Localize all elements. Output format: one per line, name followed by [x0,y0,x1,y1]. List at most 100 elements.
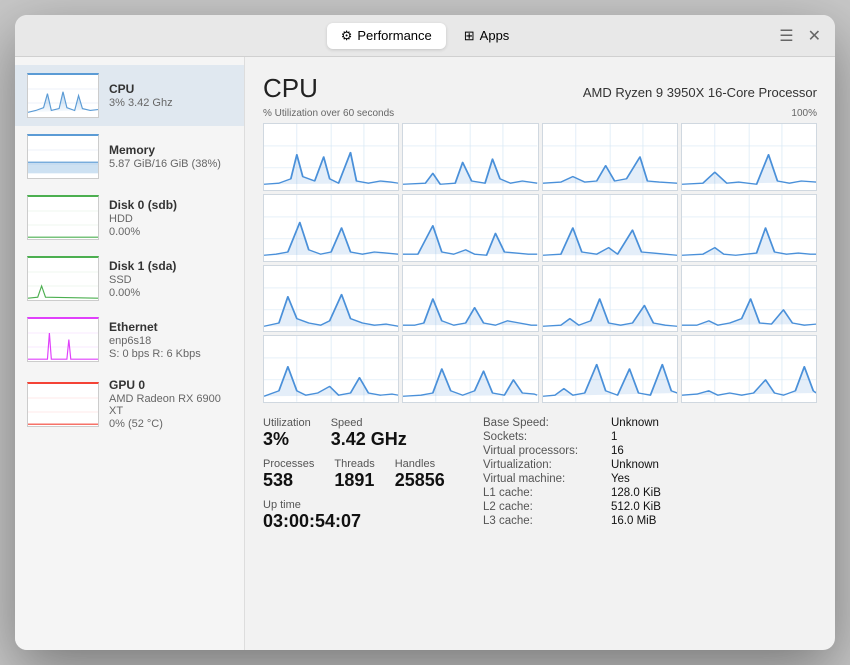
utilization-stat: Utilization 3% [263,417,311,450]
sidebar-item-cpu[interactable]: CPU 3% 3.42 Ghz [15,65,244,126]
l3-cache-val: 16.0 MiB [611,515,731,527]
l1-cache-key: L1 cache: [483,487,603,499]
cpu-header: CPU AMD Ryzen 9 3950X 16-Core Processor [263,73,817,104]
uptime-value: 03:00:54:07 [263,511,463,532]
menu-button[interactable]: ☰ [779,26,793,46]
handles-value: 25856 [395,470,445,491]
sidebar-thumb-cpu [27,73,99,118]
uptime-section: Up time 03:00:54:07 [263,499,463,532]
utilization-value: 3% [263,429,311,450]
cpu-cell-10 [542,265,678,333]
virtual-machine-key: Virtual machine: [483,473,603,485]
tab-apps[interactable]: ⊞ Apps [450,23,524,49]
cpu-cell-4 [263,194,399,262]
sidebar-item-memory[interactable]: Memory 5.87 GiB/16 GiB (38%) [15,126,244,187]
sidebar-disk1-name: Disk 1 (sda) [109,259,232,273]
cpu-cell-15 [681,335,817,403]
l1-cache-val: 128.0 KiB [611,487,731,499]
cpu-cell-9 [402,265,538,333]
processes-label: Processes [263,458,314,470]
sidebar-gpu-name: GPU 0 [109,378,232,392]
sidebar-disk0-detail1: HDD [109,213,232,225]
chart-label-row: % Utilization over 60 seconds 100% [263,108,817,119]
sockets-val: 1 [611,431,731,443]
cpu-model: AMD Ryzen 9 3950X 16-Core Processor [583,85,817,100]
sidebar-thumb-gpu [27,382,99,427]
cpu-chart-grid [263,123,817,403]
sidebar-disk0-info: Disk 0 (sdb) HDD 0.00% [109,198,232,238]
tab-performance[interactable]: ⚙ Performance [327,23,446,49]
apps-icon: ⊞ [464,28,475,44]
threads-label: Threads [334,458,374,470]
cpu-cell-1 [402,123,538,191]
sidebar-item-gpu[interactable]: GPU 0 AMD Radeon RX 6900 XT 0% (52 °C) [15,370,244,438]
stats-right: Base Speed: Unknown Sockets: 1 Virtual p… [483,417,731,532]
base-speed-val: Unknown [611,417,731,429]
sidebar-disk1-info: Disk 1 (sda) SSD 0.00% [109,259,232,299]
tab-bar: ⚙ Performance ⊞ Apps [327,23,524,49]
speed-label: Speed [331,417,407,429]
cpu-content: CPU AMD Ryzen 9 3950X 16-Core Processor … [245,57,835,650]
virtual-processors-val: 16 [611,445,731,457]
sidebar-cpu-detail: 3% 3.42 Ghz [109,97,232,109]
sidebar-memory-info: Memory 5.87 GiB/16 GiB (38%) [109,143,232,170]
speed-stat: Speed 3.42 GHz [331,417,407,450]
threads-stat: Threads 1891 [334,458,374,491]
cpu-cell-12 [263,335,399,403]
sidebar-item-disk0[interactable]: Disk 0 (sdb) HDD 0.00% [15,187,244,248]
sidebar-thumb-memory [27,134,99,179]
tab-performance-label: Performance [357,28,431,43]
cpu-cell-2 [542,123,678,191]
sidebar-disk1-detail1: SSD [109,274,232,286]
sidebar-ethernet-info: Ethernet enp6s18 S: 0 bps R: 6 Kbps [109,320,232,360]
sockets-key: Sockets: [483,431,603,443]
cpu-cell-3 [681,123,817,191]
base-speed-key: Base Speed: [483,417,603,429]
main-window: ⚙ Performance ⊞ Apps ☰ ✕ [15,15,835,650]
cpu-cell-6 [542,194,678,262]
l2-cache-val: 512.0 KiB [611,501,731,513]
cpu-cell-14 [542,335,678,403]
cpu-cell-5 [402,194,538,262]
sidebar: CPU 3% 3.42 Ghz Memory 5.8 [15,57,245,650]
handles-label: Handles [395,458,445,470]
l3-cache-key: L3 cache: [483,515,603,527]
speed-value: 3.42 GHz [331,429,407,450]
processes-value: 538 [263,470,314,491]
performance-icon: ⚙ [341,28,353,44]
sidebar-disk0-name: Disk 0 (sdb) [109,198,232,212]
stats-section: Utilization 3% Speed 3.42 GHz Processes … [263,417,817,532]
processes-stat: Processes 538 [263,458,314,491]
sidebar-cpu-info: CPU 3% 3.42 Ghz [109,82,232,109]
sidebar-item-ethernet[interactable]: Ethernet enp6s18 S: 0 bps R: 6 Kbps [15,309,244,370]
titlebar: ⚙ Performance ⊞ Apps ☰ ✕ [15,15,835,57]
threads-value: 1891 [334,470,374,491]
cpu-cell-8 [263,265,399,333]
virtual-processors-key: Virtual processors: [483,445,603,457]
virtualization-key: Virtualization: [483,459,603,471]
sidebar-ethernet-detail1: enp6s18 [109,335,232,347]
cpu-cell-11 [681,265,817,333]
sidebar-thumb-ethernet [27,317,99,362]
sidebar-cpu-name: CPU [109,82,232,96]
main-content: CPU 3% 3.42 Ghz Memory 5.8 [15,57,835,650]
sidebar-thumb-disk0 [27,195,99,240]
handles-stat: Handles 25856 [395,458,445,491]
chart-label-right: 100% [791,108,817,119]
sidebar-item-disk1[interactable]: Disk 1 (sda) SSD 0.00% [15,248,244,309]
utilization-label: Utilization [263,417,311,429]
sidebar-disk0-detail2: 0.00% [109,226,232,238]
sidebar-gpu-detail1: AMD Radeon RX 6900 XT [109,393,232,417]
window-controls: ☰ ✕ [779,26,821,46]
virtual-machine-val: Yes [611,473,731,485]
cpu-title: CPU [263,73,318,104]
sidebar-memory-detail: 5.87 GiB/16 GiB (38%) [109,158,232,170]
sidebar-memory-name: Memory [109,143,232,157]
sidebar-ethernet-detail2: S: 0 bps R: 6 Kbps [109,348,232,360]
stats-left: Utilization 3% Speed 3.42 GHz Processes … [263,417,463,532]
cpu-cell-0 [263,123,399,191]
sidebar-disk1-detail2: 0.00% [109,287,232,299]
close-button[interactable]: ✕ [808,26,821,46]
sidebar-ethernet-name: Ethernet [109,320,232,334]
sidebar-gpu-info: GPU 0 AMD Radeon RX 6900 XT 0% (52 °C) [109,378,232,430]
